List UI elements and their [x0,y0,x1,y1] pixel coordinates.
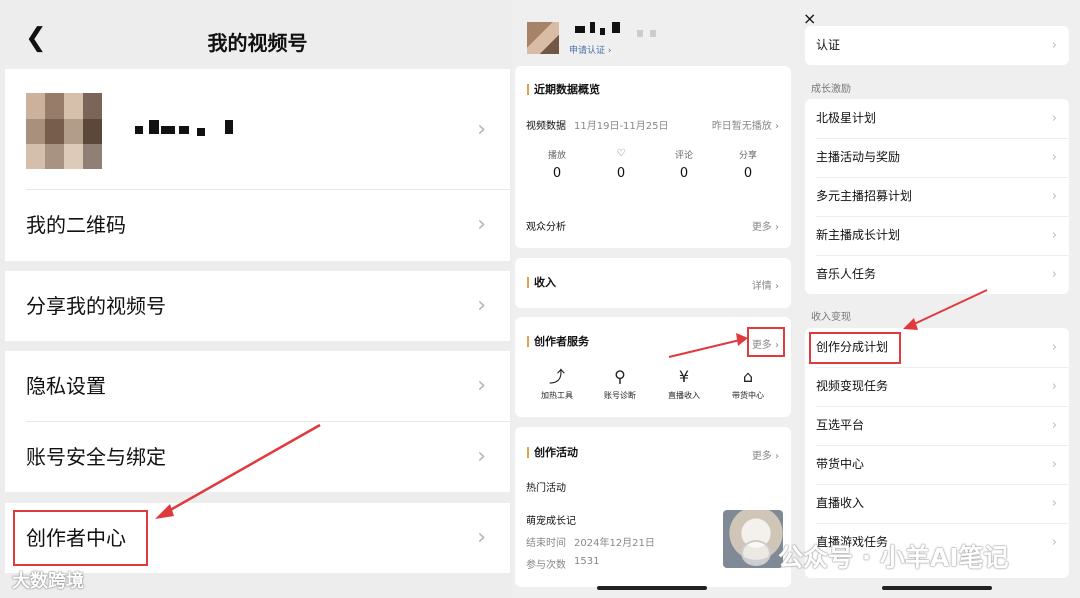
wechat-logo-icon [741,540,771,566]
wechat-channels-profile-panel: ❮ 我的视频号 › 我的二维码 › 分享我的视频号 › 隐私设置 › 账号安全与… [0,0,512,598]
creator-services-list-panel: × 认证 › 成长激励 北极星计划 › 主播活动与奖励 › 多元主播招募计划 › 新主… [794,0,1080,598]
watermark: 公众号 · 小羊AI笔记 [778,543,1009,572]
annotation-arrow [155,423,321,519]
home-indicator [882,586,992,590]
creator-center-panel: 申请认证 › 近期数据概览 视频数据 11月19日-11月25日 昨日暂无播放 … [512,0,794,598]
watermark: 大数跨境 [12,571,84,592]
annotation-arrow [903,289,988,330]
annotation-arrow [668,333,748,358]
